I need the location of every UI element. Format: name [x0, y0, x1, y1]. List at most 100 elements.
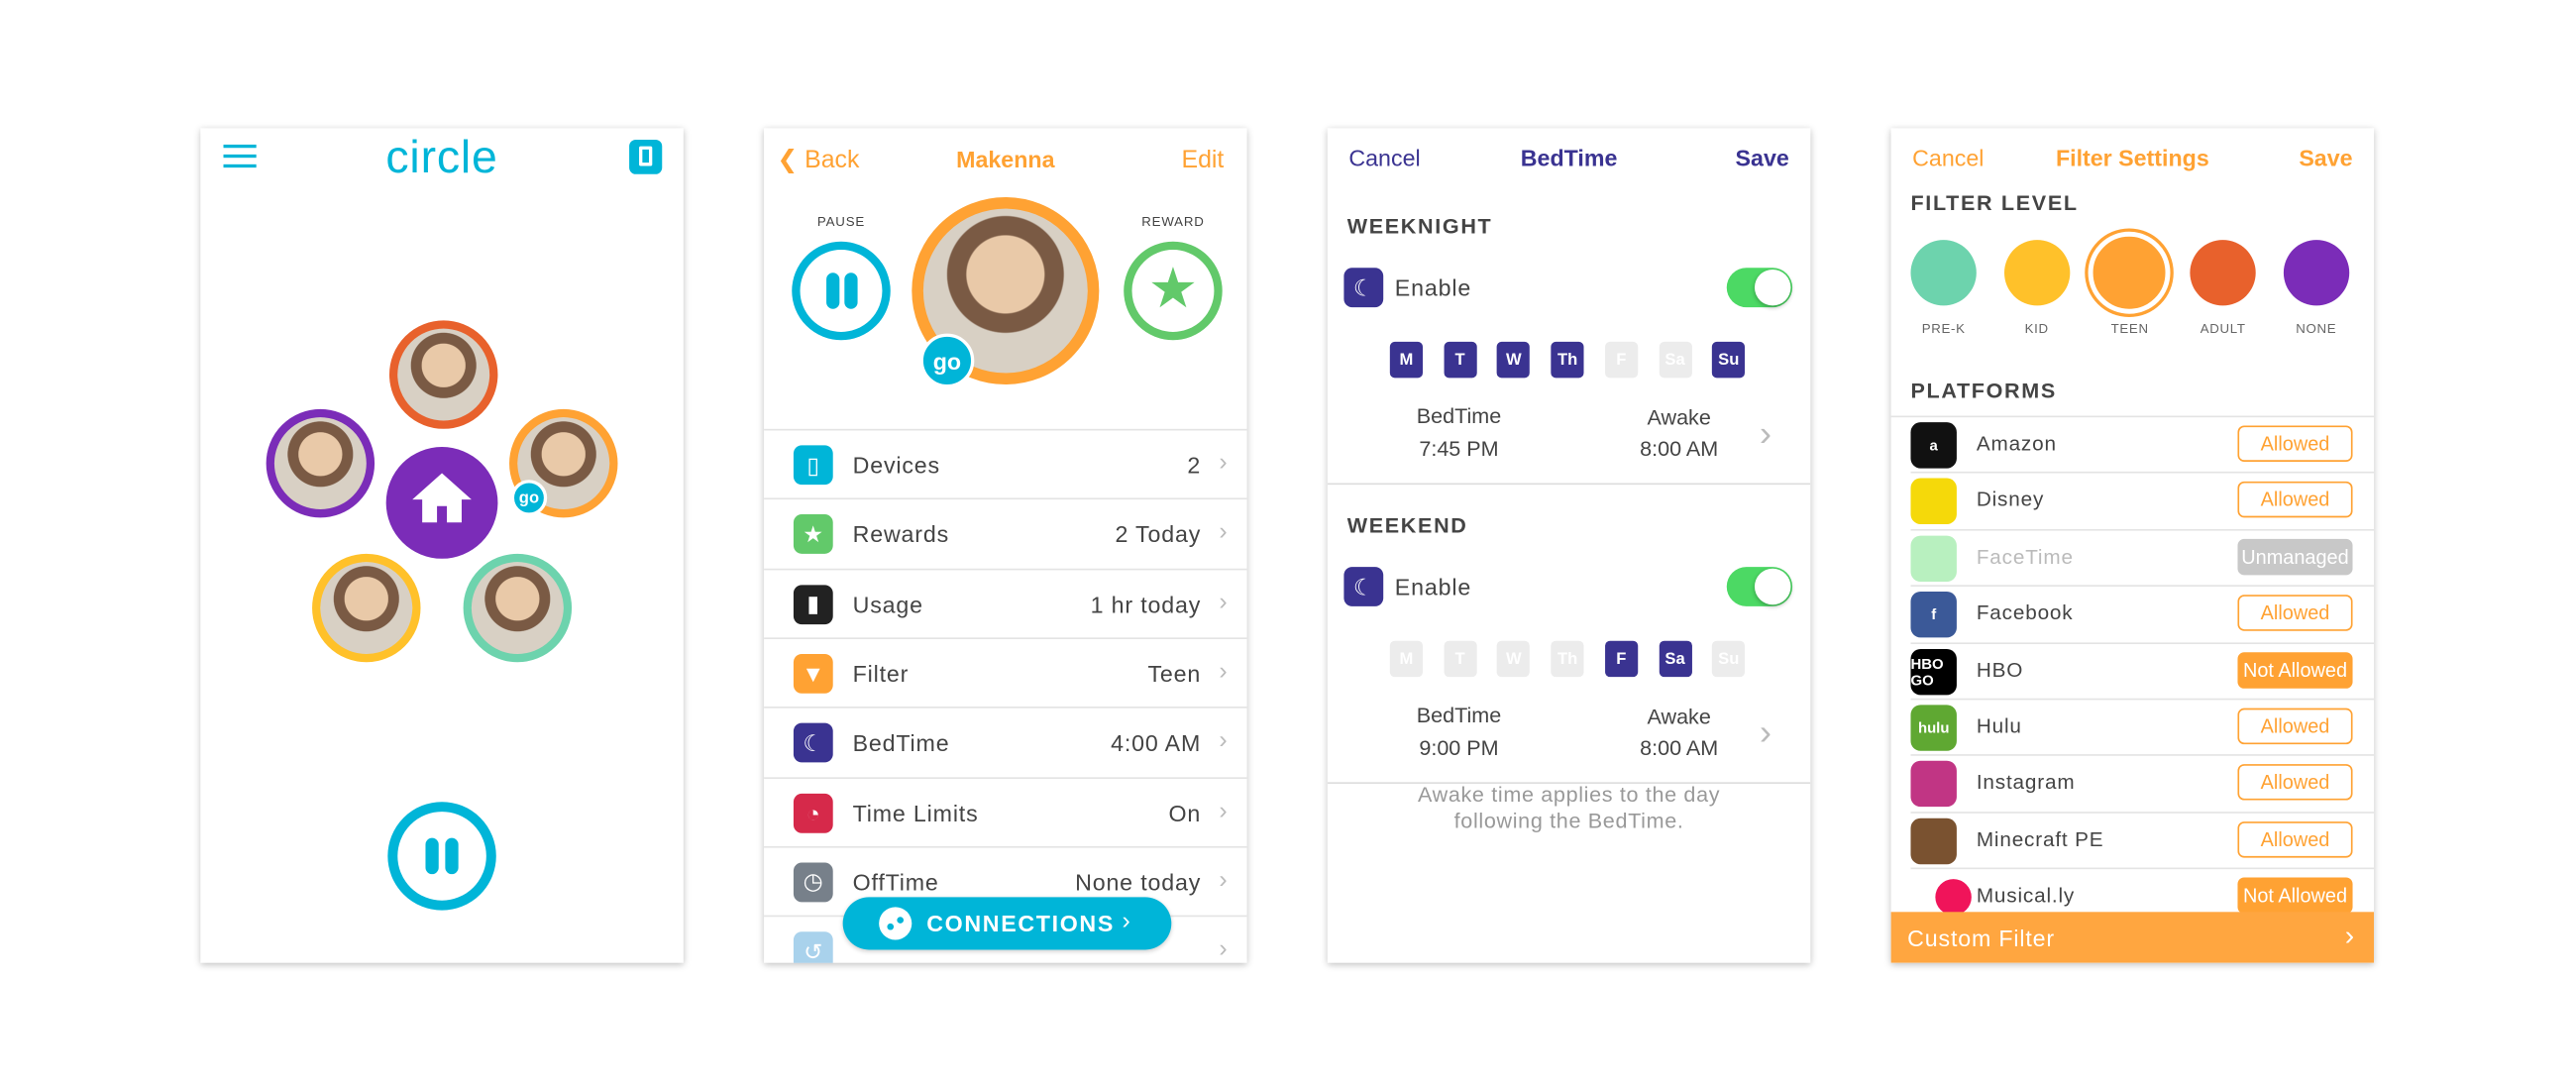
day-toggle-f[interactable]: F: [1604, 640, 1638, 678]
filter-level-kid[interactable]: [2003, 240, 2070, 306]
bedtime-label: BedTime: [1416, 702, 1502, 727]
day-toggle-sa[interactable]: Sa: [1658, 341, 1692, 379]
platform-name: Amazon: [1976, 432, 2057, 456]
filter-settings-screen: Cancel Filter Settings Save FILTER LEVEL…: [1890, 128, 2375, 963]
filter-level-adult[interactable]: [2190, 240, 2256, 306]
menu-row-devices[interactable]: ▯ Devices 2 ›: [764, 428, 1247, 498]
platform-row: FaceTime Unmanaged: [1910, 528, 2375, 586]
profile-screen: ❮ Back Makenna Edit PAUSE go REWARD ★ ▯ …: [764, 128, 1247, 963]
platform-status-button[interactable]: Allowed: [2237, 595, 2353, 632]
cancel-button[interactable]: Cancel: [1912, 145, 1984, 171]
platform-status-button[interactable]: Allowed: [2237, 425, 2353, 462]
menu-row-usage[interactable]: ▮ Usage 1 hr today ›: [764, 568, 1247, 637]
platform-status-button[interactable]: Allowed: [2237, 708, 2353, 745]
row-value: 2 Today: [1115, 521, 1202, 548]
tablet-icon[interactable]: [629, 139, 663, 174]
enable-label: Enable: [1394, 573, 1472, 600]
chevron-right-icon: ›: [1219, 726, 1228, 755]
awake-note: Awake time applies to the day following …: [1328, 782, 1811, 834]
home-icon: [412, 473, 472, 523]
connections-label: CONNECTIONS: [926, 910, 1116, 937]
filter-level-teen[interactable]: [2089, 231, 2172, 314]
platform-row: Minecraft PE Allowed: [1910, 811, 2375, 868]
chevron-right-icon: ›: [1219, 587, 1228, 616]
platform-status-button[interactable]: Not Allowed: [2237, 651, 2353, 689]
home-screen: circle go: [200, 128, 684, 963]
pause-label: PAUSE: [816, 214, 866, 230]
awake-label: Awake: [1647, 404, 1711, 430]
day-toggle-th[interactable]: Th: [1551, 341, 1584, 379]
platform-row: f Facebook Allowed: [1910, 585, 2375, 642]
day-toggle-sa[interactable]: Sa: [1658, 640, 1692, 678]
platform-status-button[interactable]: Not Allowed: [2237, 877, 2353, 915]
day-toggle-w[interactable]: W: [1497, 640, 1531, 678]
save-button[interactable]: Save: [2299, 145, 2352, 171]
enable-toggle[interactable]: [1726, 567, 1793, 606]
time-range-row[interactable]: BedTime 9:00 PM Awake 8:00 AM ›: [1377, 702, 1771, 767]
row-value: 4:00 AM: [1111, 729, 1202, 757]
menu-row-bedtime[interactable]: ☾ BedTime 4:00 AM ›: [764, 707, 1247, 776]
enable-toggle[interactable]: [1726, 268, 1793, 308]
day-toggle-t[interactable]: T: [1444, 640, 1477, 678]
platform-name: Minecraft PE: [1976, 827, 2104, 851]
day-toggle-th[interactable]: Th: [1551, 640, 1584, 678]
musical-ly-app-icon: [1935, 879, 1972, 916]
day-toggle-w[interactable]: W: [1497, 341, 1531, 379]
section-heading: WEEKEND: [1346, 512, 1468, 538]
filter-level-label: PRE-K: [1921, 321, 1966, 337]
pause-all-button[interactable]: [387, 802, 496, 911]
chevron-right-icon: ›: [1122, 907, 1130, 935]
custom-filter-button[interactable]: Custom Filter ›: [1890, 912, 2375, 963]
day-toggle-m[interactable]: M: [1389, 640, 1424, 678]
moon-icon: ☾: [1343, 268, 1384, 308]
platform-name: Instagram: [1976, 771, 2076, 795]
platform-row: Instagram Allowed: [1910, 754, 2375, 812]
back-button[interactable]: ❮ Back: [777, 145, 859, 174]
chevron-left-icon: ❮: [777, 146, 799, 174]
family-member-avatar[interactable]: [463, 553, 573, 663]
day-toggle-m[interactable]: M: [1389, 341, 1424, 379]
edit-button[interactable]: Edit: [1181, 147, 1224, 174]
bar-chart-icon: ▮: [793, 584, 833, 624]
home-button[interactable]: [385, 447, 498, 559]
platform-status-button[interactable]: Allowed: [2237, 764, 2353, 802]
day-toggle-f[interactable]: F: [1604, 341, 1638, 379]
hamburger-icon[interactable]: [223, 144, 257, 168]
chevron-right-icon: ›: [1759, 711, 1772, 753]
row-value: Teen: [1147, 660, 1202, 687]
day-toggle-su[interactable]: Su: [1712, 640, 1746, 678]
family-member-avatar[interactable]: [266, 408, 376, 518]
tablet-icon: ▯: [793, 445, 833, 486]
row-label: Filter: [852, 660, 910, 687]
pause-button[interactable]: [792, 241, 891, 341]
reward-label: REWARD: [1141, 214, 1205, 230]
platform-name: Disney: [1976, 489, 2045, 512]
filter-level-pre-k[interactable]: [1910, 240, 1977, 306]
amazon-app-icon: a: [1910, 422, 1957, 469]
filter-level-label: KID: [2024, 321, 2049, 337]
platform-status-button[interactable]: Allowed: [2237, 820, 2353, 858]
bedtime-value: 9:00 PM: [1419, 735, 1499, 760]
platform-row: Disney Allowed: [1910, 472, 2375, 529]
platform-status-button[interactable]: Allowed: [2237, 482, 2353, 518]
bedtime-screen: Cancel BedTime Save WEEKNIGHT ☾ Enable M T W T…: [1327, 128, 1811, 963]
platform-row: hulu Hulu Allowed: [1910, 698, 2375, 755]
menu-row-rewards[interactable]: ★ Rewards 2 Today ›: [764, 497, 1247, 568]
history-icon: ↺: [793, 931, 833, 963]
platform-status-button[interactable]: Unmanaged: [2237, 538, 2353, 576]
page-title: Filter Settings: [2055, 144, 2209, 171]
connections-button[interactable]: CONNECTIONS ›: [842, 897, 1172, 950]
reward-button[interactable]: ★: [1124, 241, 1223, 341]
family-member-avatar[interactable]: [312, 553, 421, 663]
family-member-avatar[interactable]: [388, 320, 498, 429]
menu-row-filter[interactable]: ▼ Filter Teen ›: [764, 637, 1247, 707]
day-toggle-su[interactable]: Su: [1712, 341, 1746, 379]
platform-name: Facebook: [1976, 601, 2074, 625]
day-toggle-t[interactable]: T: [1444, 341, 1477, 379]
menu-row-time-limits[interactable]: ◔ Time Limits On ›: [764, 776, 1247, 845]
hulu-app-icon: hulu: [1910, 705, 1957, 751]
pie-clock-icon: ◔: [793, 793, 833, 832]
filter-level-none[interactable]: [2283, 240, 2349, 306]
filter-level-label: NONE: [2296, 321, 2337, 337]
hbo-app-icon: HBO GO: [1910, 648, 1957, 695]
